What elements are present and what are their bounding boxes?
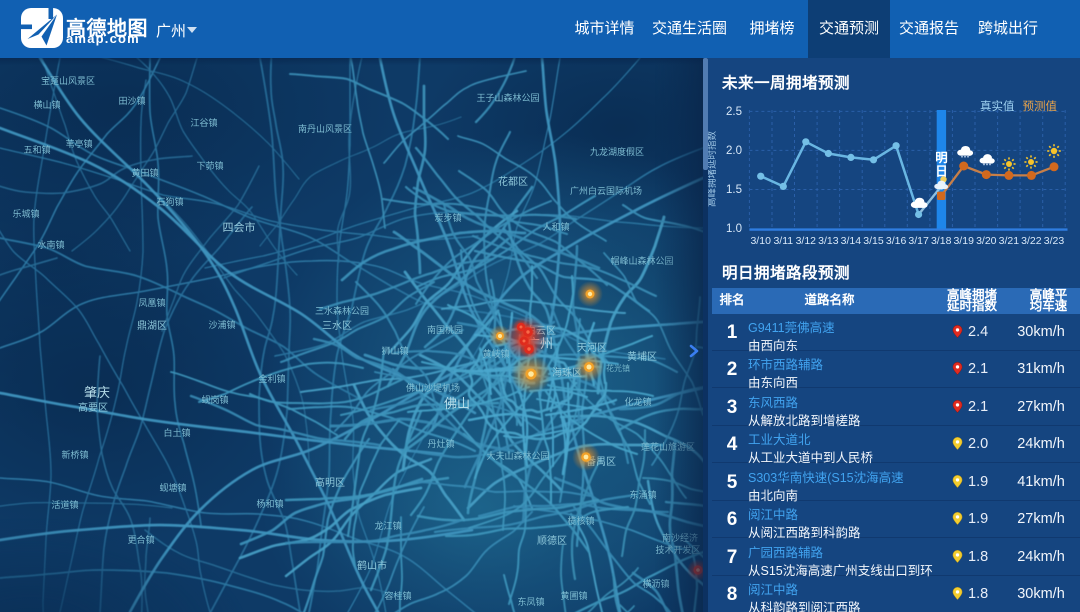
svg-text:鹤山市: 鹤山市 bbox=[357, 559, 387, 572]
svg-text:东涌镇: 东涌镇 bbox=[629, 489, 656, 500]
svg-text:五和镇: 五和镇 bbox=[23, 144, 50, 155]
svg-text:三水森林公园: 三水森林公园 bbox=[315, 305, 369, 316]
svg-text:江谷镇: 江谷镇 bbox=[190, 117, 217, 128]
svg-text:横山镇: 横山镇 bbox=[33, 99, 60, 110]
svg-text:王子山森林公园: 王子山森林公园 bbox=[476, 92, 539, 103]
svg-text:东凤镇: 东凤镇 bbox=[517, 596, 544, 607]
svg-text:高明区: 高明区 bbox=[315, 476, 345, 489]
svg-text:南国桃园: 南国桃园 bbox=[427, 324, 463, 335]
svg-text:3/11: 3/11 bbox=[773, 235, 793, 247]
svg-text:苇亭镇: 苇亭镇 bbox=[65, 138, 92, 149]
svg-text:3/14: 3/14 bbox=[841, 235, 862, 247]
svg-text:黄圃镇: 黄圃镇 bbox=[560, 590, 587, 601]
svg-text:2.5: 2.5 bbox=[726, 106, 742, 118]
svg-text:金利镇: 金利镇 bbox=[258, 373, 285, 384]
svg-text:下茆镇: 下茆镇 bbox=[196, 160, 223, 171]
svg-text:榄核镇: 榄核镇 bbox=[567, 515, 594, 526]
svg-text:石狗镇: 石狗镇 bbox=[156, 196, 183, 207]
svg-text:天河区: 天河区 bbox=[577, 342, 607, 354]
svg-text:沙浦镇: 沙浦镇 bbox=[208, 319, 235, 330]
svg-text:花光镇: 花光镇 bbox=[606, 363, 630, 373]
svg-text:人和镇: 人和镇 bbox=[542, 221, 569, 232]
svg-text:明: 明 bbox=[935, 151, 948, 165]
svg-text:佛山沙堤机场: 佛山沙堤机场 bbox=[406, 382, 460, 393]
svg-text:黄岐镇: 黄岐镇 bbox=[482, 348, 509, 359]
svg-text:炭步镇: 炭步镇 bbox=[434, 212, 461, 223]
svg-text:3/16: 3/16 bbox=[886, 235, 907, 247]
svg-text:大夫山森林公园: 大夫山森林公园 bbox=[486, 450, 549, 461]
svg-text:3/17: 3/17 bbox=[908, 235, 929, 247]
svg-text:1.5: 1.5 bbox=[726, 184, 742, 196]
svg-text:肇庆: 肇庆 bbox=[84, 385, 110, 400]
svg-text:宝趸山风景区: 宝趸山风景区 bbox=[41, 75, 95, 86]
svg-text:杨和镇: 杨和镇 bbox=[256, 498, 283, 509]
svg-text:三水区: 三水区 bbox=[322, 320, 352, 332]
svg-text:乐城镇: 乐城镇 bbox=[12, 208, 39, 219]
svg-text:蚬岗镇: 蚬岗镇 bbox=[201, 394, 228, 405]
svg-text:狮山镇: 狮山镇 bbox=[381, 345, 408, 356]
svg-text:1.0: 1.0 bbox=[726, 223, 742, 235]
svg-text:白土镇: 白土镇 bbox=[163, 427, 190, 438]
svg-text:丹灶镇: 丹灶镇 bbox=[427, 438, 454, 449]
svg-text:日: 日 bbox=[935, 165, 948, 179]
svg-text:花都区: 花都区 bbox=[498, 175, 528, 188]
svg-text:3/22: 3/22 bbox=[1021, 235, 1042, 247]
svg-text:3/13: 3/13 bbox=[818, 235, 839, 247]
svg-text:蚬塘镇: 蚬塘镇 bbox=[159, 482, 186, 493]
svg-text:广州白云国际机场: 广州白云国际机场 bbox=[570, 185, 642, 196]
svg-text:四会市: 四会市 bbox=[223, 220, 256, 234]
svg-text:3/19: 3/19 bbox=[953, 235, 974, 247]
svg-text:新桥镇: 新桥镇 bbox=[61, 449, 88, 460]
svg-text:黄田镇: 黄田镇 bbox=[131, 167, 158, 178]
svg-text:鼎湖区: 鼎湖区 bbox=[137, 320, 167, 332]
svg-text:化龙镇: 化龙镇 bbox=[624, 396, 651, 407]
svg-text:活道镇: 活道镇 bbox=[51, 499, 78, 510]
svg-text:3/23: 3/23 bbox=[1044, 235, 1065, 247]
svg-text:2.0: 2.0 bbox=[726, 145, 742, 157]
svg-text:顺德区: 顺德区 bbox=[537, 534, 567, 547]
svg-text:3/20: 3/20 bbox=[976, 235, 997, 247]
svg-text:九龙湖度假区: 九龙湖度假区 bbox=[590, 146, 644, 157]
svg-text:田沙镇: 田沙镇 bbox=[118, 95, 145, 106]
svg-text:容桂镇: 容桂镇 bbox=[384, 590, 411, 601]
svg-text:3/18: 3/18 bbox=[931, 235, 952, 247]
svg-text:水南镇: 水南镇 bbox=[37, 239, 64, 250]
svg-text:佛山: 佛山 bbox=[444, 396, 470, 411]
svg-text:3/10: 3/10 bbox=[750, 235, 771, 247]
svg-text:3/12: 3/12 bbox=[796, 235, 817, 247]
svg-text:龙江镇: 龙江镇 bbox=[374, 520, 401, 531]
svg-text:黄埔区: 黄埔区 bbox=[627, 350, 657, 363]
svg-text:3/15: 3/15 bbox=[863, 235, 884, 247]
svg-text:南丹山风景区: 南丹山风景区 bbox=[298, 123, 352, 134]
svg-text:3/21: 3/21 bbox=[999, 235, 1020, 247]
svg-text:高要区: 高要区 bbox=[78, 401, 108, 414]
svg-text:凤凰镇: 凤凰镇 bbox=[138, 297, 165, 308]
